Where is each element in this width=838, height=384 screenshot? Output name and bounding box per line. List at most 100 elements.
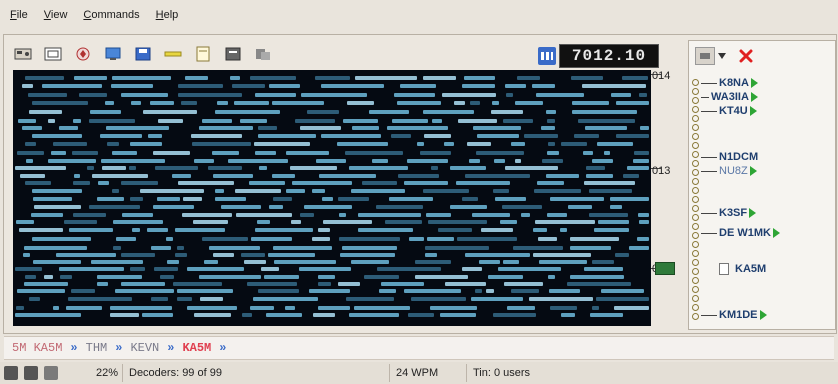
signal-trace xyxy=(177,289,234,293)
user-icon[interactable] xyxy=(24,366,38,380)
rig-icon[interactable] xyxy=(12,44,34,64)
chain-ring xyxy=(692,133,699,140)
signal-trace xyxy=(198,126,253,130)
play-arrow-icon xyxy=(750,78,758,88)
chevron-down-icon[interactable] xyxy=(715,48,729,64)
signal-trace xyxy=(15,267,42,271)
signal-trace xyxy=(538,260,588,264)
connection-icon[interactable] xyxy=(4,366,18,380)
signal-trace xyxy=(59,267,124,271)
transmit-icon[interactable] xyxy=(72,44,94,64)
signal-trace xyxy=(521,213,530,217)
save-icon[interactable] xyxy=(132,44,154,64)
signal-trace xyxy=(79,93,107,97)
signal-trace xyxy=(182,213,233,217)
menu-help[interactable]: Help xyxy=(156,9,179,21)
signal-trace xyxy=(462,267,482,271)
signal-trace xyxy=(269,84,301,88)
signal-trace xyxy=(153,267,179,271)
signal-trace xyxy=(263,275,299,279)
signal-trace xyxy=(143,110,197,114)
signal-trace xyxy=(191,134,243,138)
signal-trace xyxy=(357,228,414,232)
signal-trace xyxy=(338,213,347,217)
signal-trace xyxy=(265,313,303,317)
contact-icon[interactable] xyxy=(222,44,244,64)
copy-icon[interactable] xyxy=(252,44,274,64)
waterfall-display[interactable] xyxy=(13,70,651,326)
signal-trace xyxy=(505,84,526,88)
signal-trace xyxy=(491,101,500,105)
signal-trace xyxy=(193,220,228,224)
signal-trace xyxy=(408,237,425,241)
frequency-icon[interactable] xyxy=(538,47,556,65)
signal-trace xyxy=(52,306,59,310)
signal-trace xyxy=(24,181,52,185)
signal-trace xyxy=(583,151,594,155)
signal-trace xyxy=(561,313,576,317)
decoded-segment: KEVN xyxy=(130,341,160,355)
tune-icon[interactable] xyxy=(162,44,184,64)
signal-trace xyxy=(502,260,520,264)
signal-trace xyxy=(243,260,266,264)
signal-trace xyxy=(415,275,468,279)
menu-commands[interactable]: Commands xyxy=(83,9,139,21)
status-users: Tin: 0 users xyxy=(466,364,773,382)
signal-trace xyxy=(468,159,481,163)
signal-trace xyxy=(584,126,628,130)
signal-trace xyxy=(505,166,558,170)
callsign-item[interactable]: K3SF xyxy=(701,207,757,219)
signal-trace xyxy=(432,119,442,123)
monitor-icon[interactable] xyxy=(102,44,124,64)
chain-ring xyxy=(692,187,699,194)
chain-ring xyxy=(692,250,699,257)
callsign-item[interactable]: K8NA xyxy=(701,77,758,89)
signal-trace xyxy=(268,205,283,209)
signal-trace xyxy=(497,267,561,271)
signal-trace xyxy=(597,142,633,146)
signal-trace xyxy=(637,237,649,241)
signal-trace xyxy=(204,260,219,264)
signal-trace xyxy=(33,197,73,201)
signal-trace xyxy=(236,213,293,217)
callsign-item[interactable]: KM1DE xyxy=(701,309,767,321)
signal-trace xyxy=(585,166,606,170)
callsign-item[interactable]: N1DCM xyxy=(701,151,758,163)
signal-trace xyxy=(364,275,400,279)
network-icon[interactable] xyxy=(44,366,58,380)
tuning-marker[interactable] xyxy=(655,262,675,275)
signal-trace xyxy=(570,237,620,241)
signal-trace xyxy=(71,151,98,155)
chain-ring xyxy=(692,232,699,239)
menu-file[interactable]: File xyxy=(10,9,28,21)
signal-trace xyxy=(548,142,556,146)
signal-trace xyxy=(192,142,251,146)
signal-trace xyxy=(621,76,648,80)
signal-trace xyxy=(488,275,523,279)
signal-trace xyxy=(16,306,25,310)
signal-trace xyxy=(112,76,171,80)
callsign-item[interactable]: WA3IIA xyxy=(701,91,758,103)
decoded-segment: KA5M xyxy=(182,341,212,355)
chain-ring xyxy=(692,124,699,131)
callsign-item[interactable]: KA5M xyxy=(719,263,766,275)
frequency-display[interactable]: 7012.10 xyxy=(559,44,659,68)
signal-trace xyxy=(139,189,205,193)
callsign-item[interactable]: KT4U xyxy=(701,105,757,117)
signal-trace xyxy=(172,174,191,178)
signal-trace xyxy=(229,76,241,80)
menu-view[interactable]: View xyxy=(44,9,68,21)
chain-ring xyxy=(692,241,699,248)
signal-trace xyxy=(444,142,454,146)
note-icon[interactable] xyxy=(192,44,214,64)
signal-trace xyxy=(286,151,330,155)
window-icon[interactable] xyxy=(42,44,64,64)
callsign-item[interactable]: DE W1MK xyxy=(701,227,780,239)
play-arrow-icon xyxy=(772,228,780,238)
callsign-item[interactable]: NU8Z xyxy=(701,165,757,177)
close-icon[interactable] xyxy=(737,48,755,64)
signal-trace xyxy=(258,134,316,138)
signal-trace xyxy=(285,306,295,310)
filter-icon[interactable] xyxy=(695,47,715,65)
signal-trace xyxy=(101,159,166,163)
